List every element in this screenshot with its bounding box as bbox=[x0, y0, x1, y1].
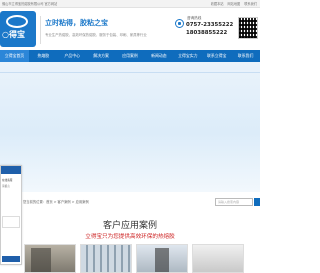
section-title-text: 客户应用案例 bbox=[102, 221, 157, 231]
chat-subtitle: 请留言 bbox=[2, 185, 10, 188]
main-nav: 立得宝首页 热熔胶 产品中心 解决方案 应用案例 新闻动态 立得宝实力 联系立得… bbox=[0, 50, 260, 62]
phone-number-landline: 0757-23355222 bbox=[186, 22, 234, 28]
search-placeholder: 请输入搜索内容 bbox=[218, 200, 240, 204]
slogan: 立时粘得，胶粘之宝 bbox=[45, 19, 108, 27]
page: 佛山市立得宝热熔胶有限公司 官方网站 收藏本站 网站地图 联系我们 ○得宝 立时… bbox=[0, 0, 260, 273]
top-bar-text: 佛山市立得宝热熔胶有限公司 官方网站 bbox=[2, 2, 58, 6]
favorite-link[interactable]: 收藏本站 bbox=[211, 1, 224, 6]
machine-image bbox=[155, 248, 169, 272]
phone-label: 咨询热线 bbox=[187, 16, 202, 20]
sitemap-link[interactable]: 网站地图 bbox=[228, 1, 241, 6]
nav-item-cases[interactable]: 应用案例 bbox=[116, 50, 145, 62]
logo-ring-icon bbox=[6, 15, 28, 28]
top-bar-links: 收藏本站 网站地图 联系我们 bbox=[211, 1, 257, 6]
case-photo[interactable] bbox=[80, 244, 132, 273]
phone-icon bbox=[175, 19, 184, 28]
search-input[interactable]: 请输入搜索内容 bbox=[215, 198, 253, 206]
nav-item-strength[interactable]: 立得宝实力 bbox=[173, 50, 202, 62]
case-photo[interactable] bbox=[192, 244, 244, 273]
logo[interactable]: ○得宝 bbox=[0, 11, 36, 47]
case-photo[interactable] bbox=[136, 244, 188, 273]
qr-code-icon bbox=[238, 17, 258, 39]
case-photo[interactable] bbox=[24, 244, 76, 273]
site-header: ○得宝 立时粘得，胶粘之宝 专业生产热熔胶、高效环保热熔胶，服务于包装、印刷、家… bbox=[0, 8, 260, 50]
hero-banner bbox=[0, 62, 260, 192]
phone-block: 咨询热线 0757-23355222 18038855222 bbox=[175, 13, 235, 45]
nav-item-hotmelt[interactable]: 热熔胶 bbox=[29, 50, 58, 62]
nav-item-products[interactable]: 产品中心 bbox=[58, 50, 87, 62]
breadcrumb[interactable]: 您当前的位置：首页 > 客户案例 > 应用案例 bbox=[23, 199, 89, 204]
subslogan: 专业生产热熔胶、高效环保热熔胶，服务于包装、印刷、家具等行业 bbox=[45, 33, 147, 37]
nav-item-solutions[interactable]: 解决方案 bbox=[87, 50, 116, 62]
nav-item-news[interactable]: 新闻动态 bbox=[144, 50, 173, 62]
header-divider bbox=[40, 16, 41, 44]
contact-link[interactable]: 联系我们 bbox=[244, 1, 257, 6]
nav-item-contact-us[interactable]: 联系我们 bbox=[231, 50, 260, 62]
breadcrumb-row: 您当前的位置：首页 > 客户案例 > 应用案例 请输入搜索内容 bbox=[0, 196, 260, 208]
banner-divider bbox=[0, 72, 260, 73]
phone-number-mobile: 18038855222 bbox=[186, 30, 228, 36]
section-title: 客户应用案例 bbox=[0, 218, 260, 231]
machine-image bbox=[31, 248, 51, 272]
nav-item-home[interactable]: 立得宝首页 bbox=[0, 50, 29, 62]
chat-title: 在线客服 bbox=[2, 179, 13, 182]
case-gallery bbox=[0, 244, 260, 273]
section-subtitle: 立得宝只为您提供高效环保的热熔胶 bbox=[85, 234, 175, 240]
nav-item-contact-lideibao[interactable]: 联系立得宝 bbox=[202, 50, 231, 62]
search-button[interactable] bbox=[254, 198, 260, 206]
logo-text: ○得宝 bbox=[2, 30, 25, 39]
top-bar: 佛山市立得宝热熔胶有限公司 官方网站 收藏本站 网站地图 联系我们 bbox=[0, 0, 260, 8]
chat-header bbox=[1, 166, 21, 174]
